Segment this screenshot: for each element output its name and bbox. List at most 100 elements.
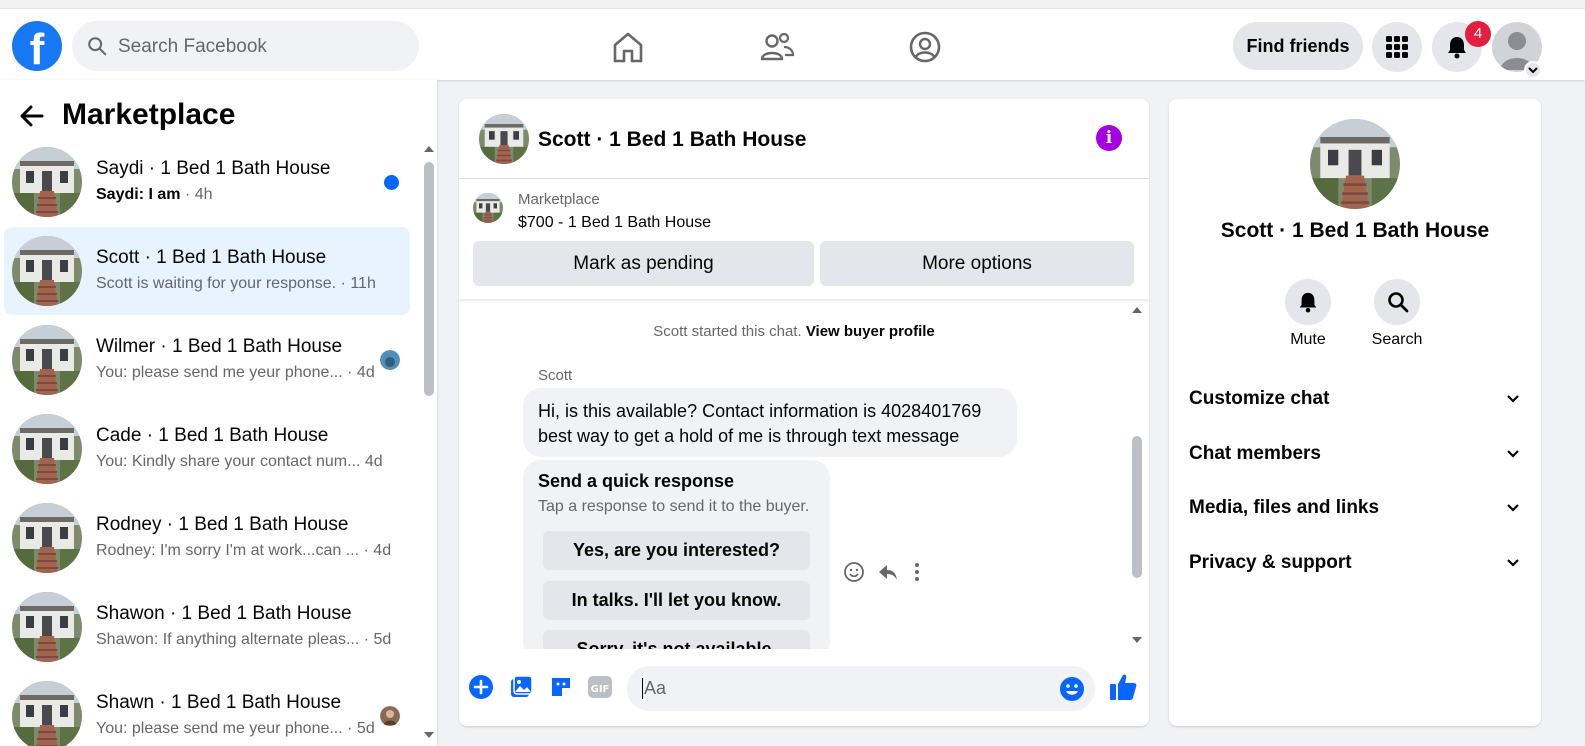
info-icon[interactable]: i [1096, 125, 1122, 151]
quick-response-button[interactable]: Yes, are you interested? [543, 531, 810, 570]
listing-avatar [12, 325, 82, 395]
listing-avatar [12, 147, 82, 217]
contact-avatar[interactable] [1310, 119, 1400, 209]
chat-scrollbar[interactable] [1132, 436, 1142, 578]
unread-indicator [384, 175, 399, 190]
chat-info-panel: Scott · 1 Bed 1 Bath House Mute Search C… [1169, 99, 1541, 726]
chat-members-section[interactable]: Chat members [1189, 434, 1521, 474]
find-friends-button[interactable]: Find friends [1233, 22, 1363, 70]
grid-menu-icon [1386, 36, 1408, 58]
conversation-item[interactable]: Shawon · 1 Bed 1 Bath House Shawon: If a… [4, 583, 410, 671]
conversation-name: Rodney · 1 Bed 1 Bath House [96, 514, 349, 535]
message-thread: Scott started this chat. View buyer prof… [459, 299, 1149, 649]
chat-header: Scott · 1 Bed 1 Bath House i [459, 99, 1149, 179]
preview-text: You: Kindly share your contact num... [96, 453, 361, 470]
friends-icon[interactable] [757, 27, 797, 67]
conversation-name: Saydi · 1 Bed 1 Bath House [96, 158, 331, 179]
section-label: Privacy & support [1189, 552, 1352, 573]
home-icon[interactable] [608, 27, 648, 67]
plus-icon[interactable] [468, 674, 494, 700]
customize-chat-section[interactable]: Customize chat [1189, 379, 1521, 419]
conversation-preview: Shawon: If anything alternate pleas... ·… [96, 631, 391, 649]
chat-started-notice: Scott started this chat. View buyer prof… [459, 323, 1129, 340]
sticker-icon[interactable] [548, 674, 574, 700]
sender-name: Scott [538, 367, 573, 384]
gif-icon[interactable]: GIF [587, 674, 613, 700]
listing-price-title[interactable]: $700 - 1 Bed 1 Bath House [518, 214, 711, 232]
conversation-item[interactable]: Cade · 1 Bed 1 Bath House You: Kindly sh… [4, 405, 410, 493]
conversation-name: Shawon · 1 Bed 1 Bath House [96, 603, 352, 624]
facebook-logo[interactable]: f [12, 21, 62, 71]
quick-response-button[interactable]: In talks. I'll let you know. [543, 581, 810, 620]
section-label: Chat members [1189, 443, 1321, 464]
conversation-preview: You: Kindly share your contact num... 4d [96, 453, 383, 471]
message-input[interactable]: Aa [627, 666, 1095, 711]
preview-time: · 4d [359, 542, 392, 559]
search-icon [88, 37, 107, 56]
preview-text: You: please send me yeur phone... [96, 364, 343, 381]
conversation-list-scrollbar[interactable] [424, 162, 434, 396]
more-actions-icon[interactable] [911, 561, 923, 583]
privacy-support-section[interactable]: Privacy & support [1189, 543, 1521, 583]
view-buyer-profile-link[interactable]: View buyer profile [806, 323, 935, 340]
media-files-links-section[interactable]: Media, files and links [1189, 488, 1521, 528]
preview-text: You: please send me yeur phone... [96, 720, 343, 737]
groups-icon[interactable] [905, 27, 945, 67]
conversation-item[interactable]: Wilmer · 1 Bed 1 Bath House You: please … [4, 316, 410, 404]
chevron-down-icon [1507, 559, 1519, 567]
photo-icon[interactable] [508, 674, 534, 700]
preview-time: · 4h [180, 186, 213, 203]
chat-avatar[interactable] [479, 114, 529, 164]
search-label: Search [1371, 331, 1423, 348]
reply-icon[interactable] [877, 561, 899, 583]
conversation-name: Cade · 1 Bed 1 Bath House [96, 425, 329, 446]
preview-text: Rodney: I'm sorry I'm at work...can ... [96, 542, 360, 559]
quick-response-button[interactable]: Sorry, it's not available. [543, 630, 810, 649]
preview-text: Shawon: If anything alternate pleas... [96, 631, 360, 648]
menu-button[interactable] [1372, 22, 1422, 72]
conversation-item[interactable]: Shawn · 1 Bed 1 Bath House You: please s… [4, 672, 410, 746]
back-arrow-icon[interactable] [18, 102, 46, 130]
listing-avatar [12, 414, 82, 484]
page-title: Marketplace [62, 98, 236, 131]
conversation-item[interactable]: Rodney · 1 Bed 1 Bath House Rodney: I'm … [4, 494, 410, 582]
emoji-icon[interactable] [1059, 676, 1085, 702]
listing-source: Marketplace [518, 191, 600, 208]
preview-time: · 5d [359, 631, 392, 648]
chat-title[interactable]: Scott · 1 Bed 1 Bath House [538, 128, 806, 152]
chevron-down-icon [1507, 395, 1519, 403]
bell-icon [1299, 292, 1317, 313]
search-in-chat-button[interactable]: Search [1357, 279, 1437, 349]
like-icon[interactable] [1108, 672, 1138, 702]
chat-panel: Scott · 1 Bed 1 Bath House i Marketplace… [459, 99, 1149, 726]
react-emoji-icon[interactable] [843, 561, 865, 583]
message-bubble[interactable]: Hi, is this available? Contact informati… [523, 388, 1017, 457]
quick-response-subtitle: Tap a response to send it to the buyer. [538, 498, 810, 515]
preview-text: Scott is waiting for your response. [96, 275, 337, 292]
conversation-item-active[interactable]: Scott · 1 Bed 1 Bath House Scott is wait… [4, 227, 410, 315]
chat-scroll-down-arrow[interactable] [1132, 637, 1142, 643]
preview-time: · 5d [342, 720, 375, 737]
scroll-down-arrow[interactable] [424, 732, 434, 738]
listing-avatar [12, 592, 82, 662]
listing-thumbnail[interactable] [473, 193, 503, 223]
started-text: Scott started this chat. [653, 323, 802, 340]
conversation-preview: Scott is waiting for your response. · 11… [96, 275, 376, 293]
scroll-up-arrow[interactable] [424, 146, 434, 152]
search-input[interactable]: Search Facebook [118, 36, 267, 58]
listing-avatar [12, 503, 82, 573]
search-icon [1388, 292, 1409, 313]
account-chevron-icon[interactable] [1524, 61, 1542, 79]
conversation-item[interactable]: Saydi · 1 Bed 1 Bath House Saydi: I am ·… [4, 138, 410, 226]
more-options-button[interactable]: More options [820, 241, 1134, 286]
search-bar[interactable]: Search Facebook [72, 21, 419, 71]
mute-button[interactable]: Mute [1268, 279, 1348, 349]
chevron-down-icon [1507, 504, 1519, 512]
message-composer: GIF Aa [459, 666, 1149, 726]
chat-scroll-up-arrow[interactable] [1132, 307, 1142, 313]
conversation-preview: You: please send me yeur phone... · 5d [96, 720, 375, 738]
seen-avatar [380, 706, 400, 726]
conversation-name: Scott · 1 Bed 1 Bath House [96, 247, 327, 268]
mark-as-pending-button[interactable]: Mark as pending [473, 241, 814, 286]
seen-avatar [380, 350, 400, 370]
